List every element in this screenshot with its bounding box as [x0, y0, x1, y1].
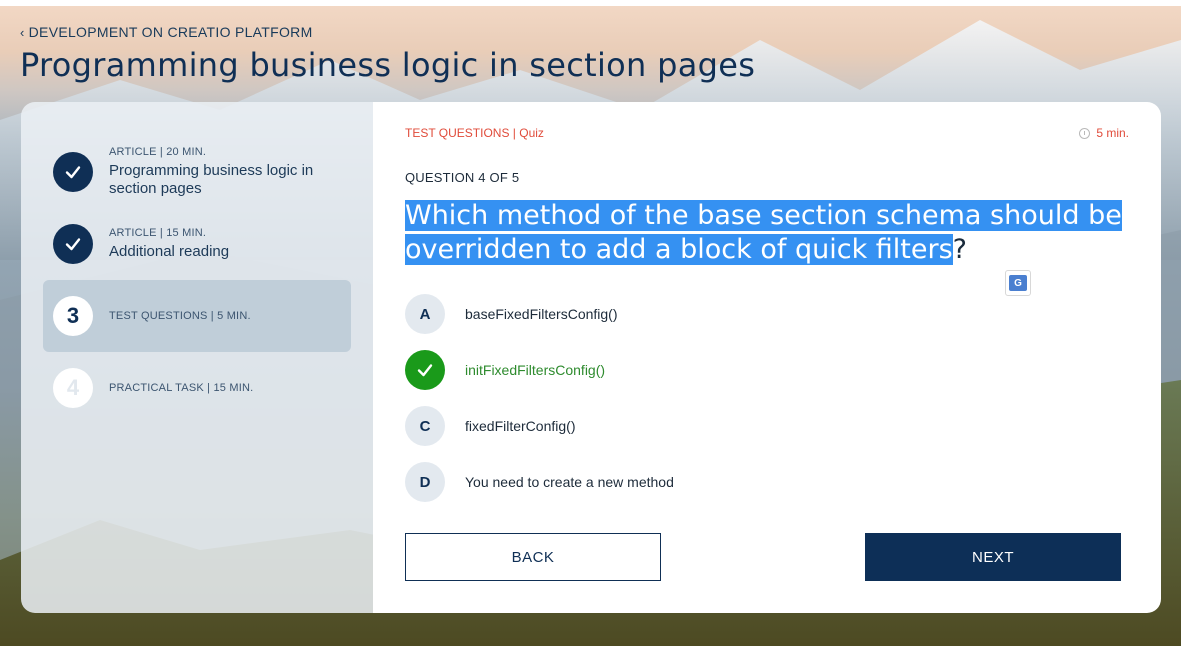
answer-text: fixedFilterConfig()	[465, 418, 576, 434]
step-title: Programming business logic in section pa…	[109, 162, 314, 197]
question-rest-text: ?	[952, 234, 968, 265]
timer-text: 5 min.	[1096, 126, 1129, 140]
quiz-panel: TEST QUESTIONS | Quiz 5 min. QUESTION 4 …	[373, 102, 1161, 613]
quiz-label: TEST QUESTIONS | Quiz	[405, 126, 544, 140]
step-article-1[interactable]: ARTICLE | 20 MIN. Programming business l…	[21, 136, 373, 208]
question-selected-text: Which method of the base section schema …	[405, 200, 1122, 265]
answer-letter: A	[405, 294, 445, 334]
check-icon	[405, 350, 445, 390]
step-number: 4	[53, 368, 93, 408]
step-meta: ARTICLE | 20 MIN.	[109, 146, 207, 158]
answer-option-b[interactable]: initFixedFiltersConfig()	[405, 350, 1129, 390]
step-test-questions[interactable]: 3 TEST QUESTIONS | 5 MIN.	[43, 280, 351, 352]
translate-icon: G	[1009, 275, 1027, 291]
check-icon	[53, 224, 93, 264]
answer-list: A baseFixedFiltersConfig() initFixedFilt…	[405, 294, 1129, 502]
steps-sidebar: ARTICLE | 20 MIN. Programming business l…	[21, 102, 373, 613]
translate-button[interactable]: G	[1005, 270, 1031, 296]
step-practical-task[interactable]: 4 PRACTICAL TASK | 15 MIN.	[21, 352, 373, 424]
timer: 5 min.	[1079, 126, 1129, 140]
step-meta: ARTICLE | 15 MIN.	[109, 227, 207, 239]
answer-letter: D	[405, 462, 445, 502]
answer-option-d[interactable]: D You need to create a new method	[405, 462, 1129, 502]
step-article-2[interactable]: ARTICLE | 15 MIN. Additional reading	[21, 208, 373, 280]
breadcrumb-label: DEVELOPMENT ON CREATIO PLATFORM	[28, 24, 313, 40]
step-meta: TEST QUESTIONS | 5 MIN.	[109, 310, 251, 322]
lesson-card: ARTICLE | 20 MIN. Programming business l…	[21, 102, 1161, 613]
answer-option-a[interactable]: A baseFixedFiltersConfig()	[405, 294, 1129, 334]
answer-text: initFixedFiltersConfig()	[465, 362, 606, 378]
back-button[interactable]: BACK	[405, 533, 661, 581]
question-count: QUESTION 4 OF 5	[405, 170, 520, 185]
question-text: Which method of the base section schema …	[405, 199, 1129, 267]
step-number: 3	[53, 296, 93, 336]
page-title: Programming business logic in section pa…	[20, 46, 756, 84]
answer-letter: C	[405, 406, 445, 446]
step-meta: PRACTICAL TASK | 15 MIN.	[109, 382, 254, 394]
next-button[interactable]: NEXT	[865, 533, 1121, 581]
chevron-left-icon: ‹	[20, 24, 25, 40]
answer-text: baseFixedFiltersConfig()	[465, 306, 618, 322]
top-strip	[0, 0, 1181, 6]
breadcrumb[interactable]: ‹ DEVELOPMENT ON CREATIO PLATFORM	[20, 24, 313, 40]
step-title: Additional reading	[109, 243, 230, 260]
answer-text: You need to create a new method	[465, 474, 674, 490]
clock-icon	[1079, 127, 1091, 139]
check-icon	[53, 152, 93, 192]
answer-option-c[interactable]: C fixedFilterConfig()	[405, 406, 1129, 446]
